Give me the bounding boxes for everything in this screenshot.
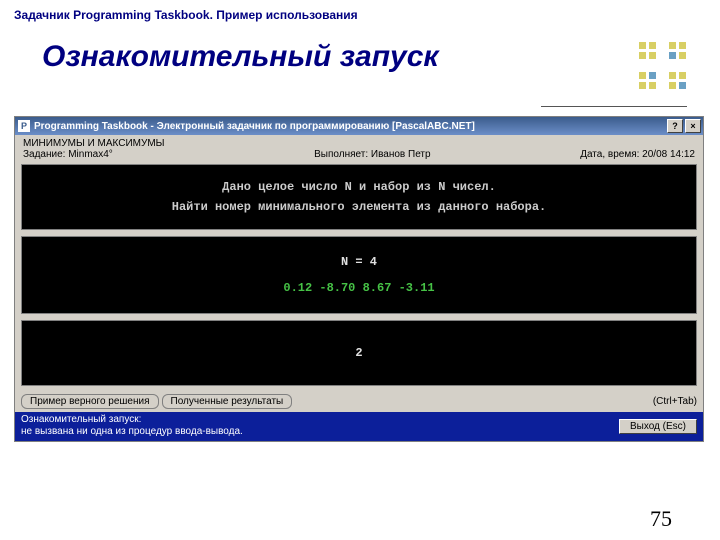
shortcut-hint: (Ctrl+Tab): [653, 396, 697, 407]
values-line: 0.12 -8.70 8.67 -3.11: [28, 275, 690, 301]
close-button[interactable]: ×: [685, 119, 701, 133]
bottom-bar: Пример верного решения Полученные резуль…: [15, 392, 703, 412]
exit-button[interactable]: Выход (Esc): [619, 419, 697, 434]
status-line-1: Ознакомительный запуск:: [21, 414, 243, 426]
task-line-2: Найти номер минимального элемента из дан…: [28, 197, 690, 217]
taskbook-window: P Programming Taskbook - Электронный зад…: [14, 116, 704, 442]
data-panel: N = 4 0.12 -8.70 8.67 -3.11: [21, 236, 697, 314]
status-strip: Ознакомительный запуск: не вызвана ни од…: [15, 412, 703, 441]
performer-label: Выполняет: Иванов Петр: [314, 149, 430, 160]
app-icon: P: [18, 120, 30, 132]
slide-title: Ознакомительный запуск: [0, 22, 720, 82]
result-value: 2: [355, 346, 362, 360]
tab-results[interactable]: Полученные результаты: [162, 394, 293, 409]
n-line: N = 4: [28, 249, 690, 275]
datetime-label: Дата, время: 20/08 14:12: [580, 149, 695, 160]
topic-label: МИНИМУМЫ И МАКСИМУМЫ: [23, 138, 165, 149]
slide-breadcrumb: Задачник Programming Taskbook. Пример ис…: [0, 0, 720, 22]
page-number: 75: [650, 506, 672, 532]
task-line-1: Дано целое число N и набор из N чисел.: [28, 177, 690, 197]
result-panel: 2: [21, 320, 697, 386]
task-label: Задание: Minmax4°: [23, 149, 165, 160]
tab-correct-example[interactable]: Пример верного решения: [21, 394, 159, 409]
title-rule: [541, 106, 687, 107]
status-line-2: не вызвана ни одна из процедур ввода-выв…: [21, 426, 243, 438]
task-panel: Дано целое число N и набор из N чисел. Н…: [21, 164, 697, 230]
help-button[interactable]: ?: [667, 119, 683, 133]
info-bar: МИНИМУМЫ И МАКСИМУМЫ Задание: Minmax4° В…: [15, 135, 703, 164]
titlebar: P Programming Taskbook - Электронный зад…: [15, 117, 703, 135]
decor-dots: [639, 42, 686, 89]
window-title: Programming Taskbook - Электронный задач…: [34, 121, 665, 132]
